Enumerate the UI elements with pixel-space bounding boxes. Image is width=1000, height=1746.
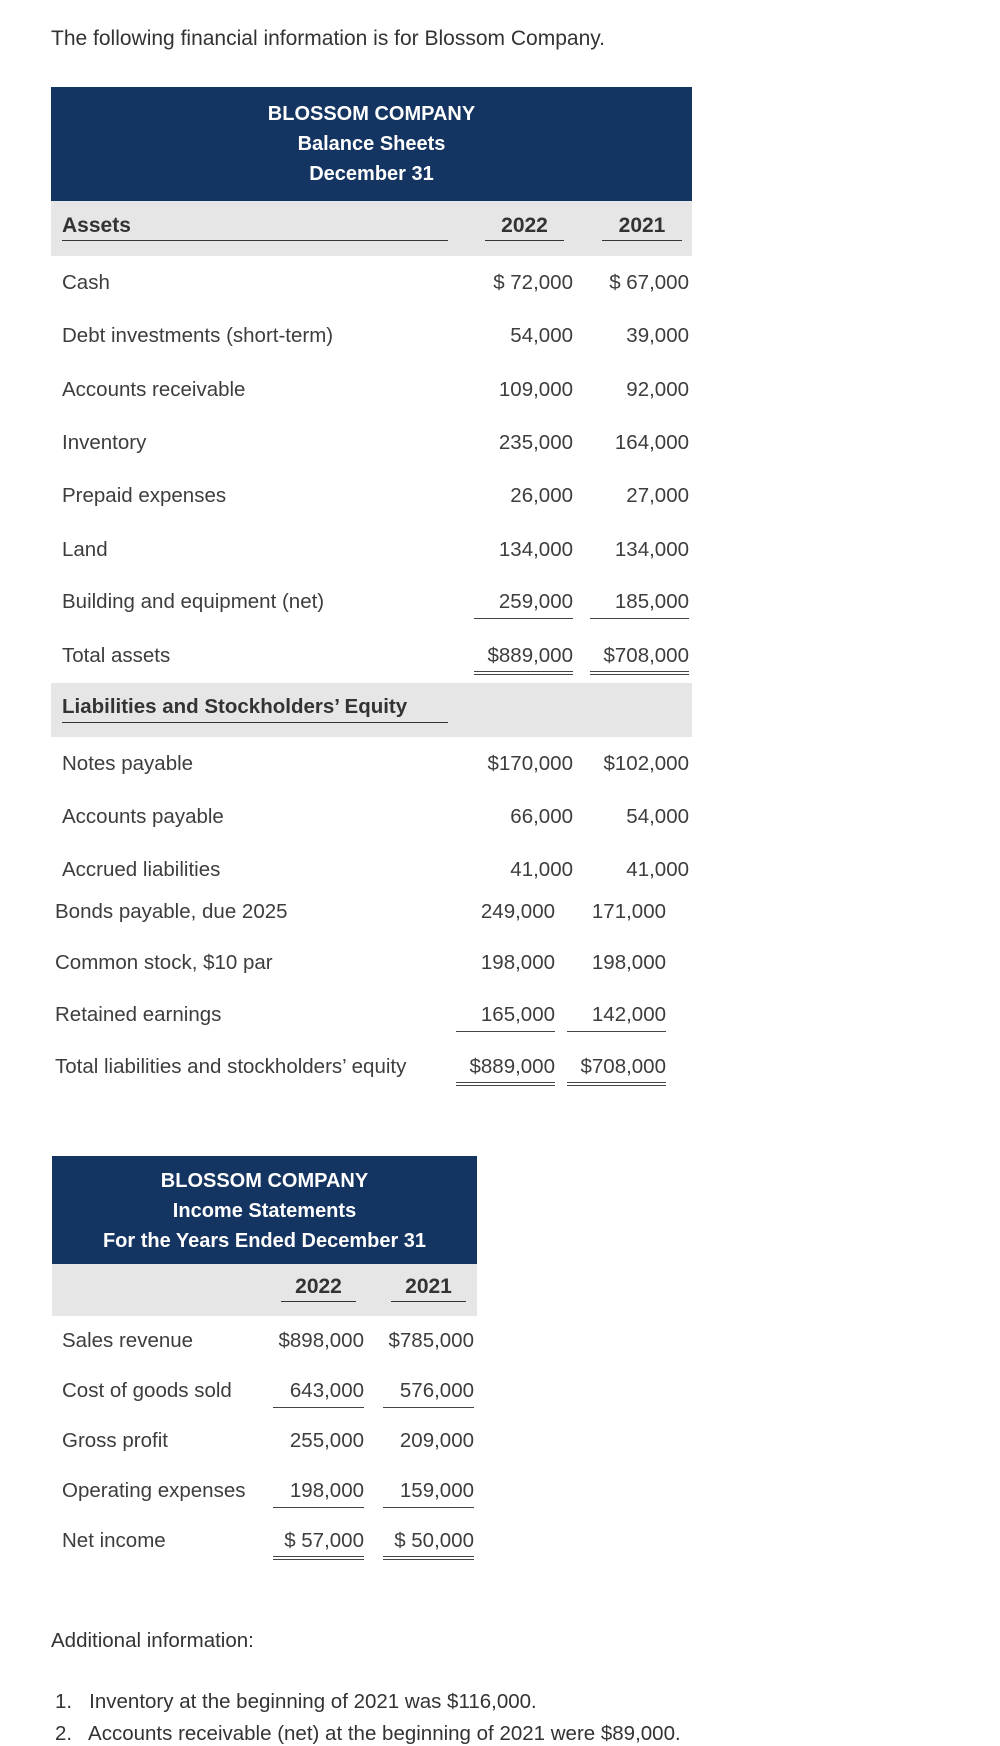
liabilities-heading: Liabilities and Stockholders’ Equity bbox=[62, 694, 448, 723]
income-value-2021: $ 50,000 bbox=[383, 1528, 474, 1560]
income-value-2022: $898,000 bbox=[278, 1329, 364, 1352]
year-2022-header: 2022 bbox=[281, 1275, 356, 1302]
income-value-2022: 643,000 bbox=[273, 1378, 364, 1408]
asset-value-2021: 39,000 bbox=[626, 324, 689, 347]
additional-info-item: 2. Accounts receivable (net) at the begi… bbox=[55, 1722, 681, 1745]
asset-value-2022: 259,000 bbox=[474, 589, 573, 619]
asset-label: Cash bbox=[62, 271, 110, 294]
statement-period: For the Years Ended December 31 bbox=[102, 1230, 427, 1252]
balance-sheet-header: BLOSSOM COMPANY Balance Sheets December … bbox=[51, 87, 692, 201]
asset-value-2022: 134,000 bbox=[498, 538, 573, 561]
asset-value-2021: 185,000 bbox=[590, 589, 689, 619]
year-2022-header: 2022 bbox=[485, 214, 564, 241]
liability-value-2021: 171,000 bbox=[591, 900, 666, 923]
income-value-2022: 198,000 bbox=[273, 1478, 364, 1508]
liability-label: Accrued liabilities bbox=[62, 858, 221, 881]
asset-value-2021: $708,000 bbox=[590, 643, 689, 675]
income-label: Cost of goods sold bbox=[62, 1379, 232, 1402]
asset-value-2021: 134,000 bbox=[614, 538, 689, 561]
year-2021-header: 2021 bbox=[391, 1275, 466, 1302]
income-value-2021: 159,000 bbox=[383, 1478, 474, 1508]
asset-value-2022: $889,000 bbox=[474, 643, 573, 675]
income-value-2021: 576,000 bbox=[383, 1378, 474, 1408]
liability-value-2021: $102,000 bbox=[603, 752, 689, 775]
income-value-2021: $785,000 bbox=[388, 1329, 474, 1352]
intro-text: The following financial information is f… bbox=[51, 27, 606, 50]
asset-value-2022: 54,000 bbox=[510, 324, 573, 347]
liability-value-2021: 41,000 bbox=[626, 858, 689, 881]
liability-label: Notes payable bbox=[62, 752, 194, 775]
asset-label: Prepaid expenses bbox=[62, 484, 227, 507]
asset-value-2021: 164,000 bbox=[614, 431, 689, 454]
statement-date: December 31 bbox=[309, 163, 434, 185]
liability-label: Retained earnings bbox=[55, 1003, 222, 1026]
income-value-2022: 255,000 bbox=[289, 1429, 364, 1452]
statement-title: Income Statements bbox=[172, 1200, 357, 1222]
liability-value-2022: $170,000 bbox=[487, 752, 573, 775]
liability-value-2022: 165,000 bbox=[456, 1002, 555, 1032]
income-value-2022: $ 57,000 bbox=[273, 1528, 364, 1560]
asset-value-2021: $ 67,000 bbox=[609, 271, 689, 294]
liability-value-2022: 66,000 bbox=[510, 805, 573, 828]
asset-label: Inventory bbox=[62, 431, 147, 454]
additional-info-item: 1. Inventory at the beginning of 2021 wa… bbox=[55, 1690, 537, 1713]
asset-label: Land bbox=[62, 538, 108, 561]
liability-value-2021: 54,000 bbox=[626, 805, 689, 828]
asset-label: Debt investments (short-term) bbox=[62, 324, 334, 347]
liability-value-2021: $708,000 bbox=[567, 1054, 666, 1086]
income-label: Sales revenue bbox=[62, 1329, 194, 1352]
asset-value-2021: 92,000 bbox=[626, 378, 689, 401]
asset-value-2022: 26,000 bbox=[510, 484, 573, 507]
asset-label: Building and equipment (net) bbox=[62, 590, 325, 613]
year-2021-header: 2021 bbox=[602, 214, 682, 241]
asset-value-2022: 109,000 bbox=[498, 378, 573, 401]
asset-value-2022: $ 72,000 bbox=[493, 271, 573, 294]
liability-label: Accounts payable bbox=[62, 805, 224, 828]
liability-value-2022: $889,000 bbox=[456, 1054, 555, 1086]
liability-value-2021: 142,000 bbox=[567, 1002, 666, 1032]
liability-label: Total liabilities and stockholders’ equi… bbox=[55, 1055, 407, 1078]
statement-title: Balance Sheets bbox=[297, 133, 446, 155]
liability-value-2021: 198,000 bbox=[591, 951, 666, 974]
company-name: BLOSSOM COMPANY bbox=[267, 103, 476, 125]
asset-value-2022: 235,000 bbox=[498, 431, 573, 454]
asset-label: Accounts receivable bbox=[62, 378, 246, 401]
additional-info-heading: Additional information: bbox=[51, 1629, 254, 1652]
income-label: Operating expenses bbox=[62, 1479, 246, 1502]
assets-heading: Assets bbox=[62, 214, 448, 241]
income-label: Gross profit bbox=[62, 1429, 168, 1452]
company-name: BLOSSOM COMPANY bbox=[160, 1170, 369, 1192]
liability-label: Common stock, $10 par bbox=[55, 951, 273, 974]
liability-value-2022: 249,000 bbox=[480, 900, 555, 923]
liability-value-2022: 41,000 bbox=[510, 858, 573, 881]
income-label: Net income bbox=[62, 1529, 166, 1552]
income-value-2021: 209,000 bbox=[399, 1429, 474, 1452]
asset-value-2021: 27,000 bbox=[626, 484, 689, 507]
asset-label: Total assets bbox=[62, 644, 171, 667]
liability-value-2022: 198,000 bbox=[480, 951, 555, 974]
income-statement-header: BLOSSOM COMPANY Income Statements For th… bbox=[52, 1156, 477, 1264]
liability-label: Bonds payable, due 2025 bbox=[55, 900, 288, 923]
